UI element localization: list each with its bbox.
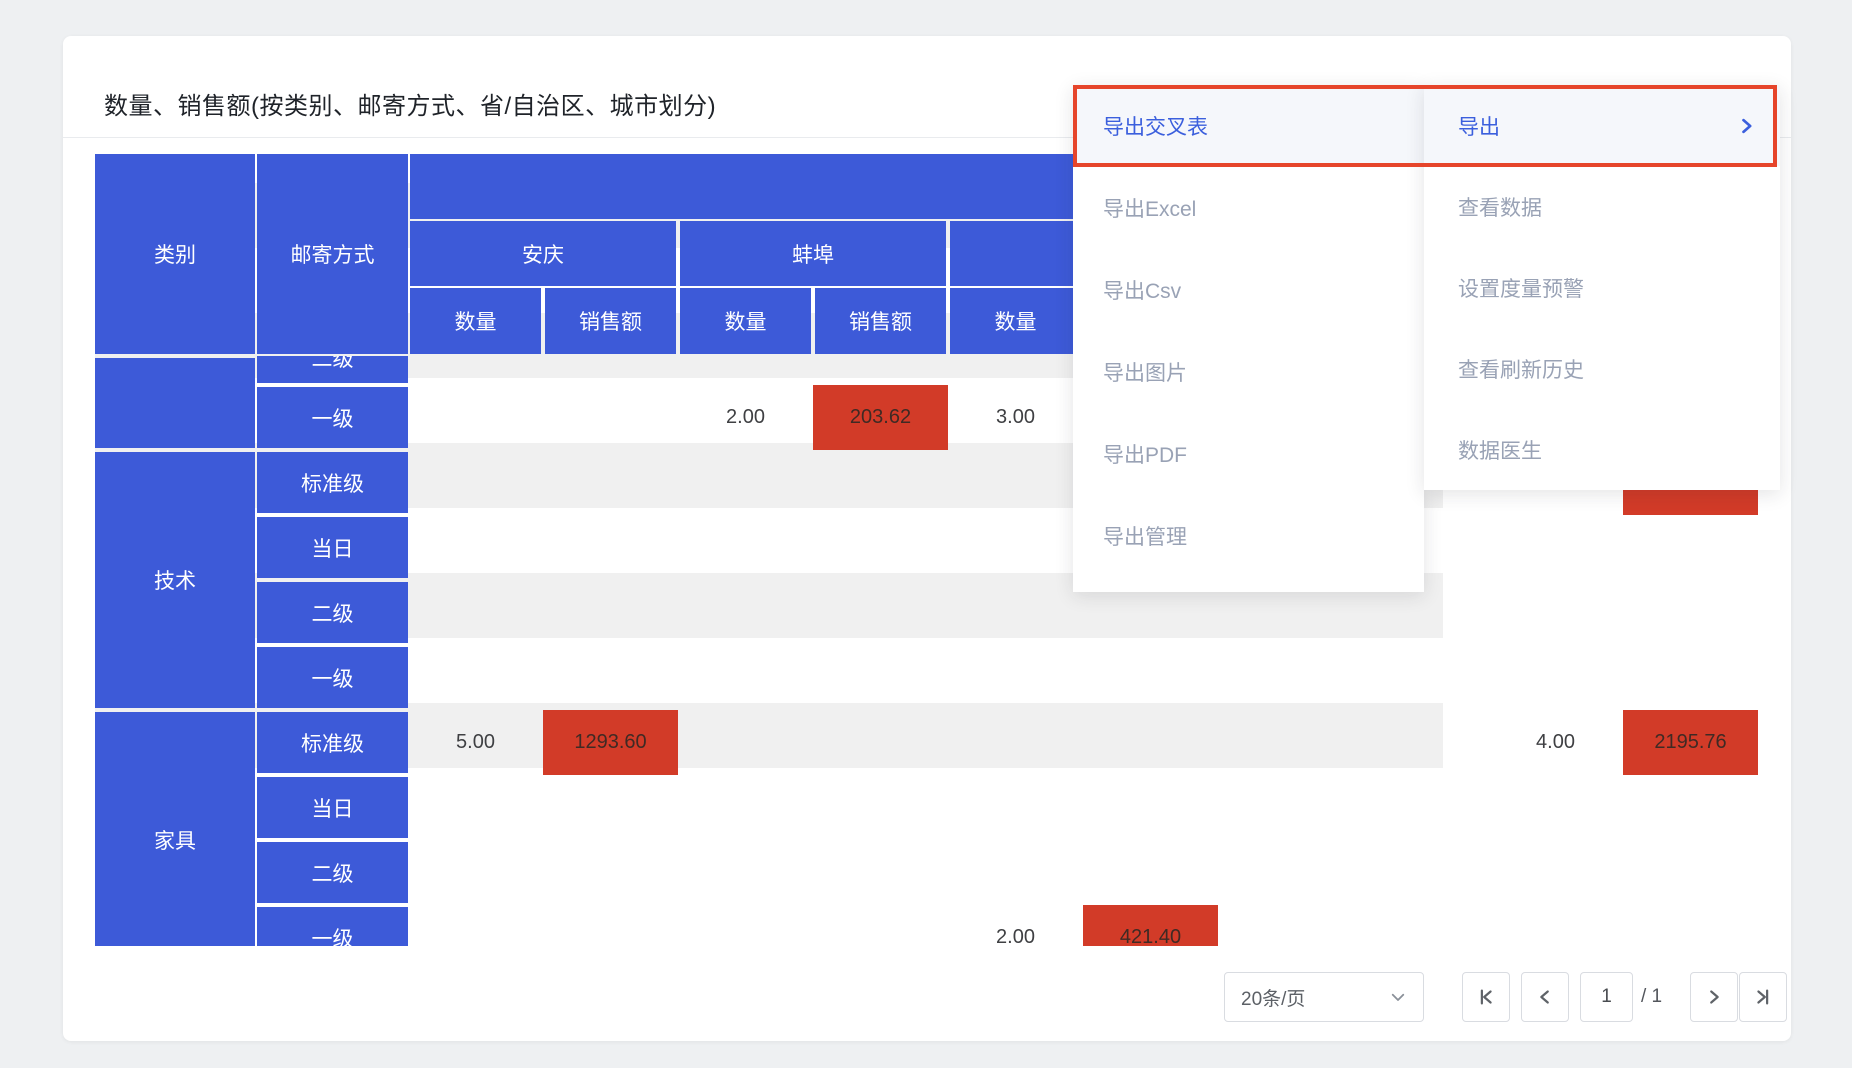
submenu-item[interactable]: 导出Excel [1073, 167, 1424, 249]
measure-header: 数量 [410, 288, 541, 354]
page-size-label: 20条/页 [1241, 984, 1305, 1011]
page-total-label: / 1 [1641, 972, 1687, 1022]
city-header: 蚌埠 [680, 221, 946, 286]
submenu-item[interactable]: 导出PDF [1073, 413, 1424, 495]
chevron-right-icon [1736, 116, 1756, 136]
page-title: 数量、销售额(按类别、邮寄方式、省/自治区、城市划分) [104, 86, 716, 121]
measure-header: 数量 [680, 288, 811, 354]
row-label: 一级 [312, 403, 354, 433]
data-cell: 5.00 [408, 710, 543, 775]
chevron-right-icon [1703, 986, 1725, 1008]
first-page-button[interactable] [1462, 972, 1510, 1022]
row-label-cell: 当日 [257, 777, 408, 838]
row-label-cell: 一级 [257, 907, 408, 946]
category-cell [95, 358, 255, 448]
row-label: 二级 [257, 356, 408, 373]
context-menu: 导出查看数据设置度量预警查看刷新历史数据医生 [1424, 85, 1780, 490]
data-cell: 4.00 [1488, 710, 1623, 775]
last-page-icon [1752, 986, 1774, 1008]
row-label: 当日 [312, 533, 354, 563]
row-label-cell: 一级 [257, 647, 408, 708]
column-header-category: 类别 [95, 154, 255, 354]
row-label-cell: 标准级 [257, 452, 408, 513]
data-cell: 2.00 [678, 385, 813, 450]
measure-header: 销售额 [815, 288, 946, 354]
city-header: 安庆 [410, 221, 676, 286]
measure-header: 数量 [950, 288, 1081, 354]
submenu-item[interactable]: 导出管理 [1073, 495, 1424, 577]
page-background: { "card": { "title": "数量、销售额(按类别、邮寄方式、省/… [0, 0, 1852, 1068]
context-menu-item[interactable]: 查看刷新历史 [1424, 328, 1780, 409]
row-label: 标准级 [301, 468, 364, 498]
row-label: 一级 [312, 923, 354, 947]
row-label: 二级 [312, 598, 354, 628]
row-label: 二级 [312, 858, 354, 888]
row-label-cell: 二级 [257, 582, 408, 643]
context-menu-item[interactable]: 导出 [1424, 85, 1780, 166]
last-page-button[interactable] [1739, 972, 1787, 1022]
submenu-item[interactable]: 导出Csv [1073, 249, 1424, 331]
context-menu-item[interactable]: 查看数据 [1424, 166, 1780, 247]
data-cell: 2.00 [948, 905, 1083, 946]
category-cell: 技术 [95, 452, 255, 708]
row-label-cell: 二级 [257, 356, 408, 383]
page-size-select[interactable]: 20条/页 [1224, 972, 1424, 1022]
export-submenu: 导出交叉表导出Excel导出Csv导出图片导出PDF导出管理 [1073, 85, 1424, 592]
next-page-button[interactable] [1690, 972, 1738, 1022]
first-page-icon [1475, 986, 1497, 1008]
data-cell: 3.00 [948, 385, 1083, 450]
prev-page-button[interactable] [1521, 972, 1569, 1022]
alert-data-cell: 203.62 [813, 385, 948, 450]
context-menu-item[interactable]: 数据医生 [1424, 409, 1780, 490]
chevron-down-icon [1389, 988, 1407, 1006]
category-cell: 家具 [95, 712, 255, 946]
measure-header: 销售额 [545, 288, 676, 354]
row-label: 标准级 [301, 728, 364, 758]
submenu-item[interactable]: 导出交叉表 [1073, 85, 1424, 167]
alert-data-cell: 421.40 [1083, 905, 1218, 946]
alert-data-cell: 1293.60 [543, 710, 678, 775]
row-label: 一级 [312, 663, 354, 693]
context-menu-item[interactable]: 设置度量预警 [1424, 247, 1780, 328]
row-label-cell: 当日 [257, 517, 408, 578]
page-number-input[interactable] [1580, 972, 1633, 1022]
row-label: 当日 [312, 793, 354, 823]
chevron-left-icon [1534, 986, 1556, 1008]
column-header-mail: 邮寄方式 [257, 154, 408, 354]
row-label-cell: 二级 [257, 842, 408, 903]
alert-data-cell: 2195.76 [1623, 710, 1758, 775]
row-label-cell: 标准级 [257, 712, 408, 773]
row-label-cell: 一级 [257, 387, 408, 448]
submenu-item[interactable]: 导出图片 [1073, 331, 1424, 413]
